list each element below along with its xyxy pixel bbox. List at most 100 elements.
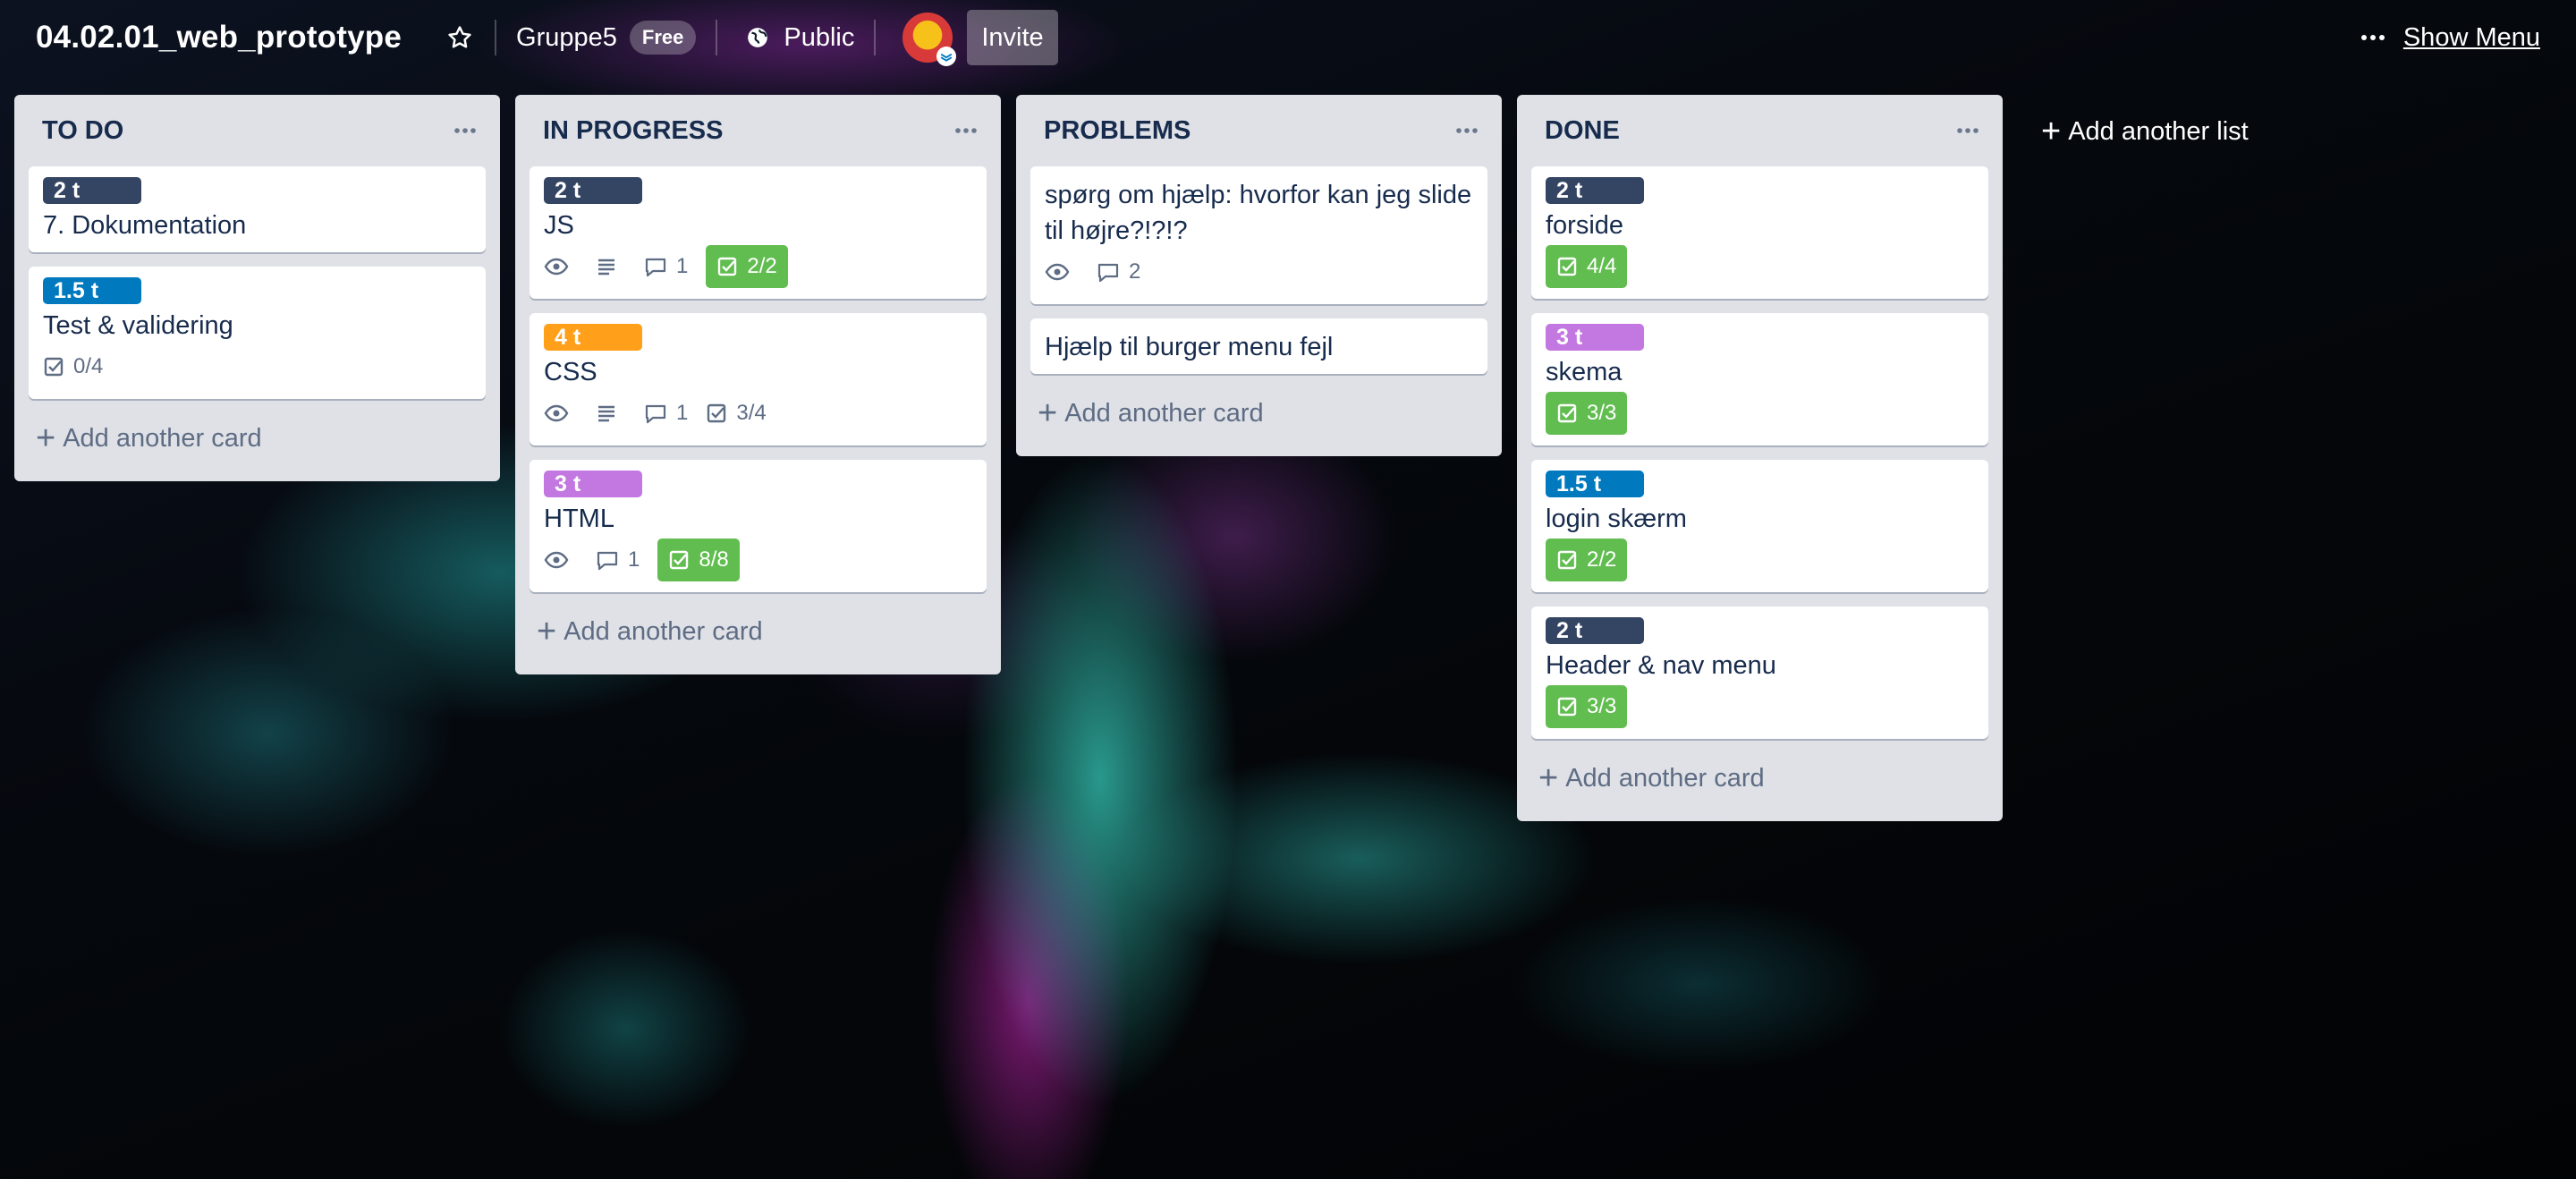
card-title: JS — [544, 211, 574, 240]
star-board-button[interactable] — [445, 13, 475, 63]
list-in-progress: IN PROGRESS 2 t JS 1 2/2 4 t CSS 1 3/4 3… — [515, 95, 1001, 674]
more-icon — [1957, 128, 1979, 133]
checklist-icon — [1557, 697, 1577, 717]
card-badges: 3/3 — [1546, 390, 1974, 437]
add-card-button[interactable]: + Add another card — [1531, 750, 1988, 807]
more-icon — [454, 128, 476, 133]
plan-badge: Free — [629, 21, 697, 55]
card-title: 7. Dokumentation — [43, 211, 247, 240]
card[interactable]: 4 t CSS 1 3/4 — [530, 313, 987, 445]
comment-icon — [1097, 263, 1119, 283]
card-title: login skærm — [1546, 505, 1687, 533]
card-badges: 1 3/4 — [544, 390, 972, 437]
description-icon — [598, 405, 614, 422]
show-menu-link[interactable]: Show Menu — [2403, 23, 2540, 53]
list-title[interactable]: IN PROGRESS — [543, 116, 723, 146]
description-icon — [598, 259, 614, 276]
comment-count: 1 — [676, 254, 689, 278]
card-title: forside — [1546, 211, 1624, 240]
globe-icon — [748, 28, 768, 47]
member-avatar[interactable] — [902, 13, 957, 66]
list-menu-button[interactable] — [1455, 127, 1479, 134]
add-card-button[interactable]: + Add another card — [1030, 385, 1487, 442]
header-divider — [716, 20, 718, 55]
checklist-count: 3/4 — [736, 401, 767, 425]
add-card-button[interactable]: + Add another card — [530, 603, 987, 660]
eye-icon — [544, 551, 569, 569]
card[interactable]: 2 t forside 4/4 — [1531, 166, 1988, 299]
plus-icon: + — [2041, 113, 2062, 150]
add-card-label: Add another card — [63, 423, 262, 453]
checklist-count: 3/3 — [1587, 694, 1617, 718]
list-header: IN PROGRESS — [530, 95, 987, 166]
list-menu-button[interactable] — [1956, 127, 1979, 134]
card[interactable]: spørg om hjælp: hvorfor kan jeg slide ti… — [1030, 166, 1487, 304]
add-list-label: Add another list — [2068, 116, 2249, 146]
card-badges: 1 8/8 — [544, 537, 972, 583]
watching-badge — [544, 403, 578, 424]
add-list-button[interactable]: + Add another list — [2041, 109, 2249, 154]
checklist-icon — [670, 550, 689, 570]
board-title[interactable]: 04.02.01_web_prototype — [36, 20, 402, 55]
comment-count: 1 — [628, 547, 640, 572]
card-label: 4 t — [544, 324, 642, 351]
watching-badge — [544, 256, 578, 277]
list-menu-button[interactable] — [453, 127, 477, 134]
list-done: DONE 2 t forside 4/4 3 t skema 3/3 1.5 t… — [1517, 95, 2003, 821]
plus-icon: + — [1538, 759, 1559, 797]
card-badges: 2 — [1045, 249, 1473, 295]
more-icon — [1456, 128, 1478, 133]
board-menu-more-button[interactable] — [2355, 13, 2391, 63]
admin-badge-icon — [936, 47, 957, 66]
team-button[interactable]: Gruppe5 Free — [516, 13, 697, 63]
list-title[interactable]: DONE — [1545, 116, 1620, 146]
card[interactable]: Hjælp til burger menu fejl — [1030, 318, 1487, 374]
checklist-count: 4/4 — [1587, 254, 1617, 278]
card[interactable]: 1.5 t Test & validering 0/4 — [29, 267, 486, 399]
invite-button[interactable]: Invite — [967, 10, 1058, 65]
checklist-badge: 3/3 — [1546, 685, 1628, 728]
card-badges: 2/2 — [1546, 537, 1974, 583]
list-title[interactable]: TO DO — [42, 116, 123, 146]
card-title: Hjælp til burger menu fejl — [1045, 333, 1334, 361]
card[interactable]: 2 t 7. Dokumentation — [29, 166, 486, 252]
list-menu-button[interactable] — [954, 127, 978, 134]
plus-icon: + — [1038, 394, 1058, 432]
card[interactable]: 1.5 t login skærm 2/2 — [1531, 460, 1988, 592]
header-right: Show Menu — [2355, 13, 2540, 63]
list-header: PROBLEMS — [1030, 95, 1487, 166]
card-badges: 1 2/2 — [544, 243, 972, 290]
card-label: 2 t — [1546, 177, 1644, 204]
card-title: HTML — [544, 505, 614, 533]
comment-count: 1 — [676, 401, 689, 425]
card[interactable]: 3 t skema 3/3 — [1531, 313, 1988, 445]
checklist-icon — [718, 257, 737, 276]
add-card-button[interactable]: + Add another card — [29, 410, 486, 467]
list-problems: PROBLEMS spørg om hjælp: hvorfor kan jeg… — [1016, 95, 1502, 456]
eye-icon — [544, 404, 569, 422]
comment-icon — [597, 551, 618, 571]
card[interactable]: 3 t HTML 1 8/8 — [530, 460, 987, 592]
comment-count: 2 — [1129, 259, 1141, 284]
list-todo: TO DO 2 t 7. Dokumentation 1.5 t Test & … — [14, 95, 500, 481]
more-icon — [2360, 35, 2385, 40]
card-badges: 3/3 — [1546, 683, 1974, 730]
checklist-badge: 8/8 — [657, 539, 740, 581]
add-card-label: Add another card — [1565, 763, 1765, 793]
checklist-icon — [1557, 257, 1577, 276]
card[interactable]: 2 t JS 1 2/2 — [530, 166, 987, 299]
plus-icon: + — [36, 420, 56, 457]
more-icon — [955, 128, 977, 133]
card-badges: 4/4 — [1546, 243, 1974, 290]
list-title[interactable]: PROBLEMS — [1044, 116, 1191, 146]
checklist-badge: 4/4 — [1546, 245, 1628, 288]
description-badge — [596, 403, 626, 424]
list-header: DONE — [1531, 95, 1988, 166]
checklist-count: 0/4 — [73, 354, 104, 378]
star-icon — [448, 26, 471, 48]
card[interactable]: 2 t Header & nav menu 3/3 — [1531, 606, 1988, 739]
checklist-badge: 2/2 — [706, 245, 788, 288]
header-divider — [874, 20, 877, 55]
card-title: spørg om hjælp: hvorfor kan jeg slide ti… — [1045, 181, 1472, 245]
visibility-button[interactable]: Public — [746, 13, 854, 63]
